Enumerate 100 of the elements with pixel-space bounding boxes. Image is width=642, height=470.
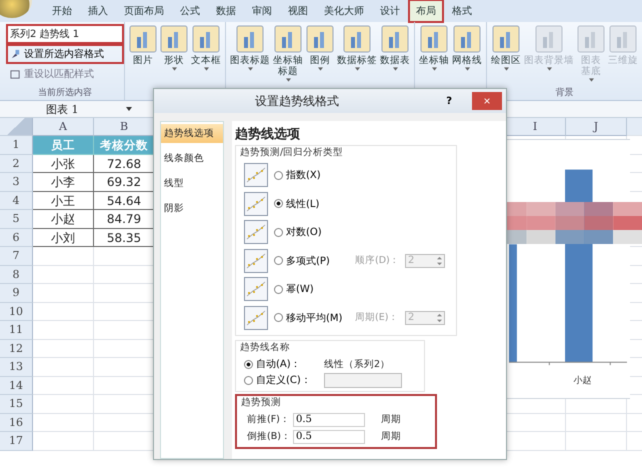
nav-item[interactable]: 趋势线选项 [161, 124, 223, 143]
radio-option[interactable]: 指数(X) [274, 168, 349, 182]
chart-icon [129, 25, 157, 53]
ribbon-button[interactable]: 图表标题 [229, 25, 271, 82]
field-label: 倒推(B)： [247, 430, 292, 443]
caret-icon [546, 67, 552, 71]
radio-button[interactable] [274, 256, 283, 266]
chart-icon [236, 25, 264, 53]
ribbon-button[interactable]: 数据表 [379, 25, 411, 82]
table-cell: 小刘 [33, 228, 94, 247]
caret-icon [248, 67, 252, 71]
chart-icon [381, 25, 409, 53]
ribbon-tab[interactable]: 格式 [444, 0, 480, 23]
radio-button[interactable] [274, 228, 283, 237]
ribbon-tab[interactable]: 公式 [172, 0, 208, 23]
radio-option[interactable]: 幂(W) [274, 282, 349, 296]
chart-icon [577, 25, 605, 53]
field-label: 周期(E)： [355, 311, 399, 324]
radio-option[interactable]: 多项式(P) [274, 254, 349, 268]
ribbon-tab[interactable]: 数据 [208, 0, 244, 23]
radio-button[interactable] [244, 360, 253, 368]
close-button[interactable]: × [472, 92, 502, 110]
radio-option[interactable]: 自定义(C)： [244, 373, 314, 387]
ribbon-tab[interactable]: 插入 [80, 0, 116, 23]
row-number[interactable]: 15 [0, 395, 33, 414]
ribbon-button[interactable]: 图片 [128, 25, 158, 71]
chart-icon [420, 25, 448, 53]
caret-icon [504, 67, 508, 71]
ribbon-button[interactable]: 坐标轴 [418, 25, 450, 71]
trendline-icon [244, 306, 268, 330]
group-label: 当前所选内容 [37, 86, 93, 100]
row-number[interactable]: 14 [0, 376, 33, 395]
ribbon-tab[interactable]: 页面布局 [116, 0, 172, 23]
caret-icon[interactable] [126, 107, 132, 111]
ribbon-button[interactable]: 数据标签 [336, 25, 378, 82]
row-number[interactable]: 7 [0, 247, 33, 266]
chart-icon [609, 25, 637, 53]
row-number[interactable]: 8 [0, 266, 33, 284]
radio-option[interactable]: 对数(O) [274, 225, 349, 240]
radio-option[interactable]: 自动(A)： [244, 357, 314, 371]
ribbon-button[interactable]: 坐标轴 标题 [272, 25, 304, 82]
help-button[interactable]: ? [440, 94, 458, 108]
ribbon-tab[interactable]: 设计 [372, 0, 408, 23]
column-header[interactable]: J [566, 118, 627, 136]
ribbon-tab[interactable]: 布局 [408, 0, 444, 23]
ribbon-tab[interactable]: 视图 [280, 0, 316, 23]
row-number[interactable]: 12 [0, 340, 33, 358]
reset-icon [10, 68, 21, 80]
row-number[interactable]: 13 [0, 358, 33, 376]
radio-button[interactable] [244, 376, 253, 384]
input-field[interactable]: 0.5 [293, 430, 365, 444]
row-number[interactable]: 9 [0, 284, 33, 302]
caret-icon [588, 78, 594, 82]
nav-item[interactable]: 线型 [161, 174, 223, 193]
ribbon-button[interactable]: 绘图区 [490, 25, 522, 82]
radio-button[interactable] [274, 199, 283, 208]
ribbon-button[interactable]: 图例 [305, 25, 335, 82]
trendline-icon [244, 248, 268, 273]
caret-icon [318, 67, 322, 71]
group-title: 趋势预测 [241, 396, 282, 409]
radio-button[interactable] [274, 284, 283, 294]
ribbon-tab[interactable]: 开始 [44, 0, 80, 23]
table-cell: 小李 [33, 173, 94, 192]
table-cell: 考核分数 [94, 136, 155, 154]
ribbon-button[interactable]: 文本框 [190, 25, 222, 71]
ribbon-tab[interactable]: 审阅 [244, 0, 280, 23]
row-number[interactable]: 16 [0, 414, 33, 432]
table-cell: 小赵 [33, 210, 94, 228]
row-number[interactable]: 4 [0, 192, 33, 210]
reset-style-button[interactable]: 重设以匹配样式 [6, 64, 124, 84]
caret-icon [464, 67, 470, 71]
table-cell: 小王 [33, 192, 94, 210]
caret-icon [204, 67, 208, 71]
row-number[interactable]: 5 [0, 210, 33, 228]
caret-icon [354, 67, 360, 71]
row-number[interactable]: 17 [0, 432, 33, 450]
radio-option[interactable]: 移动平均(M) [274, 310, 349, 325]
format-selection-button[interactable]: 设置所选内容格式 [6, 44, 124, 64]
name-box[interactable]: 图表 1 [34, 102, 126, 116]
row-number[interactable]: 11 [0, 321, 33, 340]
radio-button[interactable] [274, 170, 283, 180]
nav-item[interactable]: 阴影 [161, 199, 223, 218]
caret-icon [172, 67, 176, 71]
group-label: 背景 [554, 86, 574, 100]
ribbon-button[interactable]: 形状 [159, 25, 189, 71]
ribbon-tab[interactable]: 美化大师 [316, 0, 372, 23]
radio-button[interactable] [274, 313, 283, 322]
nav-item[interactable]: 线条颜色 [161, 149, 223, 168]
row-number[interactable]: 3 [0, 173, 33, 192]
ribbon-button[interactable]: 网格线 [451, 25, 483, 71]
radio-option[interactable]: 线性(L) [274, 196, 349, 211]
row-number[interactable]: 1 [0, 136, 33, 154]
caret-icon [392, 67, 398, 71]
row-number[interactable]: 6 [0, 228, 33, 247]
field-label: 前推(F)： [247, 413, 291, 426]
table-cell: 小张 [33, 154, 94, 173]
row-number[interactable]: 2 [0, 154, 33, 173]
row-number[interactable]: 10 [0, 302, 33, 321]
chart-element-dropdown[interactable]: 系列2 趋势线 1 [6, 24, 124, 44]
input-field[interactable]: 0.5 [293, 412, 365, 426]
